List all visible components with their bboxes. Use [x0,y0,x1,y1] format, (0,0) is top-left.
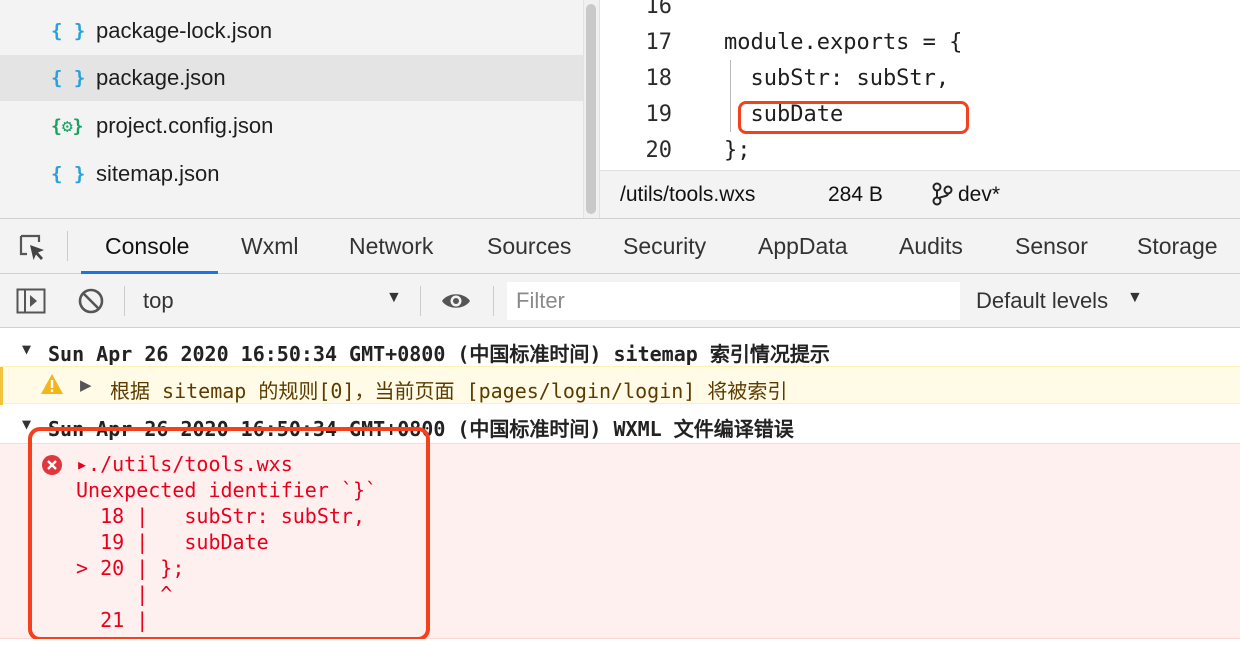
console-toolbar: top ▼ Default levels ▼ [0,274,1240,328]
line-number: 17 [645,30,673,55]
code-editor[interactable]: 16 17 module.exports = { 18 subStr: subS… [599,0,1240,170]
config-json-icon: {⚙} [51,115,84,137]
tab-storage[interactable]: Storage [1137,233,1218,260]
tab-sources[interactable]: Sources [487,233,571,260]
line-code: }; [724,138,751,163]
file-name: sitemap.json [96,161,220,186]
console-bottom-area [0,639,1240,650]
warning-accent-bar [0,367,3,405]
line-code: subStr: subStr, [724,66,950,91]
scrollbar-thumb[interactable] [586,4,596,214]
toolbar-divider [420,286,421,316]
line-number: 19 [645,102,673,127]
filter-input[interactable] [507,282,960,320]
file-path: /utils/tools.wxs [620,183,756,206]
code-line: 17 module.exports = { [600,30,1240,66]
git-branch-icon [931,181,953,213]
tab-wxml[interactable]: Wxml [241,233,298,260]
group-title: Sun Apr 26 2020 16:50:34 GMT+0800 (中国标准时… [48,342,830,366]
tab-audits[interactable]: Audits [899,233,963,260]
clear-console-icon[interactable] [77,287,105,320]
devtools-tab-bar: Console Wxml Network Sources Security Ap… [0,218,1240,274]
line-number: 16 [645,0,673,19]
tab-console[interactable]: Console [105,233,189,260]
toolbar-divider [493,286,494,316]
file-size: 284 B [828,183,883,206]
inspect-element-icon[interactable] [18,233,48,263]
warning-icon [40,373,64,401]
editor-statusbar: /utils/tools.wxs 284 B dev* [599,170,1240,218]
file-item-sitemap-json[interactable]: { } sitemap.json [0,151,583,197]
file-tree-panel: { } package-lock.json { } package.json {… [0,0,583,218]
console-warning-message[interactable]: ▶ 根据 sitemap 的规则[0]，当前页面 [pages/login/lo… [0,366,1240,405]
code-line: 18 subStr: subStr, [600,66,1240,102]
indent-guide [730,60,731,132]
warning-text: 根据 sitemap 的规则[0]，当前页面 [pages/login/logi… [110,379,788,403]
log-levels-select[interactable]: Default levels [976,288,1108,314]
expand-caret-icon[interactable]: ▶ [80,376,92,394]
code-line: 20 }; [600,138,1240,170]
file-tree-scrollbar[interactable] [583,0,599,218]
console-group-header[interactable]: ▼ Sun Apr 26 2020 16:50:34 GMT+0800 (中国标… [0,330,1240,368]
json-icon: { } [51,67,86,89]
tab-network[interactable]: Network [349,233,433,260]
tab-security[interactable]: Security [623,233,706,260]
line-number: 18 [645,66,673,91]
toolbar-divider [67,231,68,261]
file-name: package.json [96,65,226,90]
code-line: 16 [600,0,1240,30]
eye-icon[interactable] [440,290,472,317]
file-name: package-lock.json [96,18,273,43]
chevron-down-icon[interactable]: ▼ [1127,289,1143,307]
file-item-package-json[interactable]: { } package.json [0,55,583,101]
chevron-down-icon[interactable]: ▼ [386,289,402,307]
line-code: module.exports = { [724,30,963,55]
file-item-package-lock-json[interactable]: { } package-lock.json [0,8,583,54]
expand-caret-icon[interactable]: ▼ [22,340,31,358]
expand-caret-icon[interactable]: ▼ [22,415,31,433]
context-select[interactable]: top [143,288,174,314]
git-branch-label[interactable]: dev* [958,183,1000,207]
file-name: project.config.json [96,113,274,138]
tab-appdata[interactable]: AppData [758,233,848,260]
sidebar-toggle-icon[interactable] [16,288,46,319]
annotation-highlight-box [28,427,430,641]
toolbar-divider [124,286,125,316]
json-icon: { } [51,20,86,42]
line-number: 20 [645,138,673,163]
tab-sensor[interactable]: Sensor [1015,233,1088,260]
file-item-project-config-json[interactable]: {⚙} project.config.json [0,103,583,149]
json-icon: { } [51,163,86,185]
annotation-highlight-box [738,101,969,134]
